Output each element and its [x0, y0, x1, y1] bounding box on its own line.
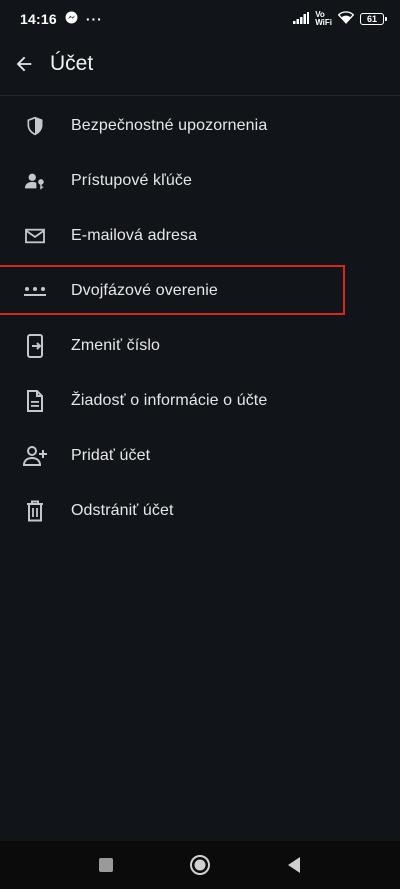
person-key-icon [23, 169, 47, 193]
triangle-back-icon [288, 857, 300, 873]
menu-item-two-step-verification[interactable]: Dvojfázové overenie [0, 263, 400, 318]
arrow-back-icon [16, 56, 32, 72]
status-bar: 14:16 ··· Vo WiFi 61 [0, 0, 400, 38]
menu-item-label: Žiadosť o informácie o účte [71, 391, 268, 409]
system-nav-bar [0, 841, 400, 889]
square-icon [99, 858, 113, 872]
battery-level: 61 [366, 14, 377, 24]
menu-item-delete-account[interactable]: Odstrániť účet [0, 483, 400, 538]
signal-icon [293, 11, 310, 27]
header-divider [0, 95, 400, 96]
home-button[interactable] [188, 853, 212, 877]
battery-icon: 61 [360, 13, 387, 25]
page-title: Účet [50, 52, 94, 75]
menu-item-label: Prístupové kľúče [71, 171, 192, 189]
back-nav-button[interactable] [282, 853, 306, 877]
menu-item-label: Zmeniť číslo [71, 336, 160, 354]
menu-item-label: Odstrániť účet [71, 501, 174, 519]
menu-item-email-address[interactable]: E-mailová adresa [0, 208, 400, 263]
phone-transfer-icon [23, 333, 47, 358]
wifi-icon [337, 11, 355, 27]
recents-button[interactable] [94, 853, 118, 877]
back-button[interactable] [10, 50, 38, 78]
vowifi-indicator: Vo WiFi [315, 11, 332, 27]
circle-icon [190, 855, 210, 875]
menu-item-label: Dvojfázové overenie [71, 281, 218, 299]
status-left: 14:16 ··· [20, 11, 103, 27]
document-icon [23, 389, 47, 413]
trash-icon [23, 499, 47, 523]
menu-item-label: E-mailová adresa [71, 226, 198, 244]
app-bar: Účet [0, 38, 400, 90]
volte-bottom: WiFi [315, 18, 332, 27]
menu-item-passkeys[interactable]: Prístupové kľúče [0, 153, 400, 208]
status-time: 14:16 [20, 11, 57, 27]
menu-item-add-account[interactable]: Pridať účet [0, 428, 400, 483]
menu-item-account-info-request[interactable]: Žiadosť o informácie o účte [0, 373, 400, 428]
account-menu: Bezpečnostné upozornenia Prístupové kľúč… [0, 98, 400, 538]
person-add-icon [23, 444, 47, 468]
menu-item-change-number[interactable]: Zmeniť číslo [0, 318, 400, 373]
status-right: Vo WiFi 61 [293, 11, 387, 27]
menu-item-label: Bezpečnostné upozornenia [71, 116, 268, 134]
shield-icon [23, 114, 47, 138]
dots-icon [23, 279, 47, 303]
menu-item-label: Pridať účet [71, 446, 151, 464]
messenger-icon [65, 11, 78, 27]
menu-item-security-notifications[interactable]: Bezpečnostné upozornenia [0, 98, 400, 153]
mail-icon [23, 224, 47, 248]
more-notifications-icon: ··· [85, 11, 103, 27]
